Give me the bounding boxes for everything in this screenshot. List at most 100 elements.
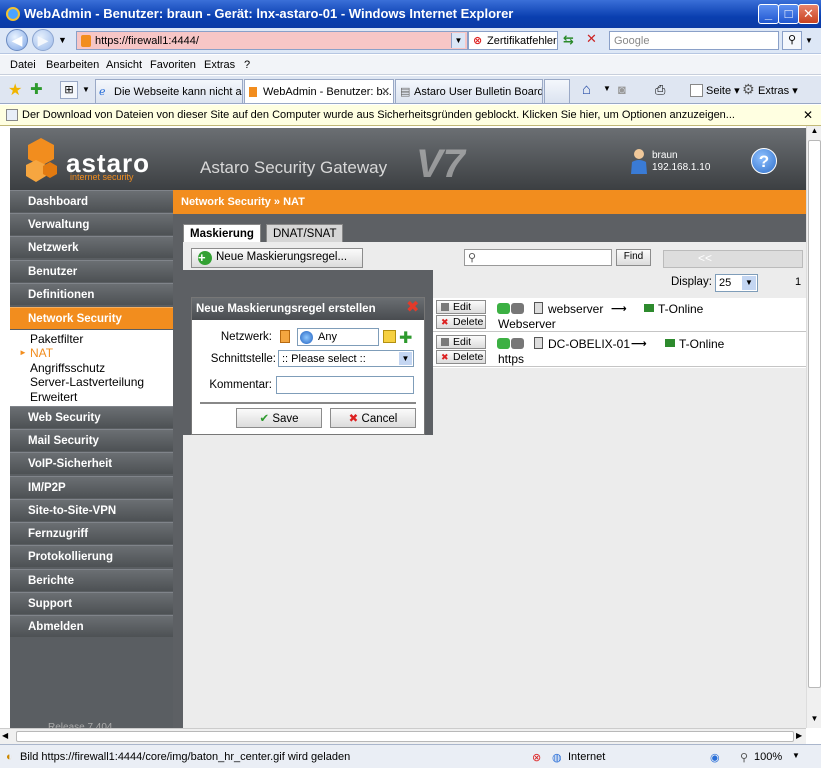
chevron-down-icon: ▼ (742, 276, 756, 290)
home-dropdown-icon[interactable]: ▼ (603, 84, 611, 93)
tab-maskierung[interactable]: Maskierung (183, 224, 261, 243)
vertical-scroll-thumb[interactable] (808, 140, 821, 688)
table-row: Edit ✖ Delete DC-OBELIX-01 ⟶ T-Online htt… (433, 333, 806, 367)
new-tab-button[interactable] (544, 79, 570, 103)
edit-button[interactable]: Edit (436, 300, 486, 314)
trash-icon[interactable] (280, 330, 290, 343)
network-field[interactable]: Any (297, 328, 379, 346)
edit-button[interactable]: Edit (436, 335, 486, 349)
tab-list-icon[interactable]: ▼ (80, 81, 92, 99)
add-masquerading-rule-button[interactable]: + Neue Maskierungsregel... (191, 248, 363, 268)
rule-enabled-toggle[interactable] (497, 338, 525, 349)
sidebar: Dashboard Verwaltung Netzwerk Benutzer D… (10, 190, 173, 733)
sidebar-item-support[interactable]: Support (10, 592, 173, 614)
horizontal-scrollbar[interactable]: ◀ ▶ (0, 728, 806, 744)
content-tabs: Maskierung DNAT/SNAT (173, 220, 806, 243)
menu-ansicht[interactable]: Ansicht (106, 59, 142, 71)
tab-bulletin[interactable]: ▤ Astaro User Bulletin Board - ... (395, 79, 543, 103)
zoom-level[interactable]: 100% (754, 751, 782, 763)
subnav-nat[interactable]: NAT (30, 346, 53, 360)
subnav-erweitert[interactable]: Erweitert (30, 390, 77, 404)
home-icon[interactable]: ⌂ (582, 81, 591, 98)
doc-page-icon: ▤ (400, 86, 411, 98)
search-input[interactable]: Google (609, 31, 779, 50)
infobar-close-icon[interactable]: ✕ (803, 108, 813, 122)
add-network-icon[interactable]: ✚ (399, 328, 412, 348)
maximize-button[interactable]: □ (778, 4, 799, 24)
cancel-button[interactable]: ✖ Cancel (330, 408, 416, 428)
filter-input[interactable]: ⚲ (464, 249, 612, 266)
interface-select[interactable]: :: Please select :: ▼ (278, 350, 414, 367)
sidebar-item-abmelden[interactable]: Abmelden (10, 615, 173, 637)
scroll-up-icon[interactable]: ▲ (808, 126, 821, 139)
subnav-paketfilter[interactable]: Paketfilter (30, 332, 83, 346)
stop-icon[interactable]: ✕ (586, 31, 604, 49)
back-button[interactable]: ◀ (6, 29, 28, 51)
delete-button[interactable]: ✖ Delete (436, 315, 486, 329)
sidebar-item-berichte[interactable]: Berichte (10, 569, 173, 591)
history-dropdown-icon[interactable]: ▼ (58, 35, 67, 45)
page-menu[interactable]: Seite ▾ (706, 84, 740, 97)
security-infobar[interactable]: Der Download von Dateien von dieser Site… (0, 105, 821, 126)
sidebar-item-network-security[interactable]: Network Security (10, 307, 173, 329)
menu-bearbeiten[interactable]: Bearbeiten (46, 59, 99, 71)
add-favorite-icon[interactable]: ✚ (30, 80, 43, 98)
print-icon[interactable]: ⎙ (655, 82, 665, 98)
address-input[interactable]: https://firewall1:4444/ ▼ (76, 31, 468, 50)
zoom-dropdown-icon[interactable]: ▼ (792, 751, 800, 760)
help-button[interactable]: ? (751, 148, 777, 174)
comment-input[interactable] (276, 376, 414, 394)
sidebar-item-dashboard[interactable]: Dashboard (10, 190, 173, 212)
rule-enabled-toggle[interactable] (497, 303, 525, 314)
delete-button[interactable]: ✖ Delete (436, 350, 486, 364)
subnav-server-lastverteilung[interactable]: Server-Lastverteilung (30, 375, 144, 389)
search-icon[interactable]: ⚲ (782, 31, 802, 50)
search-options-icon[interactable]: ▼ (805, 36, 813, 45)
tab-webseite[interactable]: ℯ Die Webseite kann nicht ang... (95, 79, 243, 103)
address-dropdown-icon[interactable]: ▼ (451, 33, 465, 48)
subnav-angriffsschutz[interactable]: Angriffsschutz (30, 361, 105, 375)
sidebar-item-definitionen[interactable]: Definitionen (10, 283, 173, 305)
certificate-error-button[interactable]: ⊗ Zertifikatfehler (468, 31, 558, 50)
menu-datei[interactable]: Datei (10, 59, 36, 71)
find-button[interactable]: Find (616, 249, 651, 266)
sidebar-item-fernzugriff[interactable]: Fernzugriff (10, 522, 173, 544)
scroll-right-icon[interactable]: ▶ (796, 731, 802, 740)
close-window-button[interactable]: ✕ (798, 4, 819, 24)
tab-dnat-snat[interactable]: DNAT/SNAT (266, 224, 344, 243)
sidebar-item-netzwerk[interactable]: Netzwerk (10, 236, 173, 258)
horizontal-scroll-thumb[interactable] (16, 731, 794, 742)
app-header: astaro internet security Astaro Security… (10, 128, 806, 190)
brand-subtitle: internet security (70, 172, 134, 182)
sidebar-item-protokollierung[interactable]: Protokollierung (10, 545, 173, 567)
close-form-icon[interactable]: ✖ (406, 300, 421, 316)
scroll-left-icon[interactable]: ◀ (2, 731, 8, 740)
pager-prev-button[interactable]: << (663, 250, 803, 268)
minimize-button[interactable]: _ (758, 4, 779, 24)
sidebar-item-web-security[interactable]: Web Security (10, 406, 173, 428)
sidebar-item-verwaltung[interactable]: Verwaltung (10, 213, 173, 235)
sidebar-item-voip[interactable]: VoIP-Sicherheit (10, 452, 173, 474)
quick-tabs-icon[interactable]: ⊞ (60, 81, 78, 99)
server-icon (534, 302, 543, 314)
menu-extras[interactable]: Extras (204, 59, 235, 71)
save-button[interactable]: ✔ Save (236, 408, 322, 428)
favorites-star-icon[interactable]: ★ (8, 80, 22, 100)
feeds-icon[interactable]: ◙ (618, 82, 626, 97)
rule-comment: Webserver (498, 317, 556, 331)
sidebar-item-mail-security[interactable]: Mail Security (10, 429, 173, 451)
sidebar-item-benutzer[interactable]: Benutzer (10, 260, 173, 282)
vertical-scrollbar[interactable]: ▲ ▼ (806, 126, 821, 728)
folder-icon[interactable] (383, 330, 396, 343)
tools-menu[interactable]: Extras ▾ (758, 84, 798, 97)
forward-button[interactable]: ▶ (32, 29, 54, 51)
display-count-select[interactable]: 25 ▼ (715, 274, 758, 292)
close-tab-icon[interactable]: ✕ (381, 85, 390, 98)
refresh-icon[interactable]: ⇆ (563, 32, 581, 50)
scroll-down-icon[interactable]: ▼ (808, 714, 821, 727)
tab-webadmin[interactable]: WebAdmin - Benutzer: b... ✕ (244, 79, 394, 103)
sidebar-item-site-to-site-vpn[interactable]: Site-to-Site-VPN (10, 499, 173, 521)
menu-help[interactable]: ? (244, 59, 250, 71)
menu-favoriten[interactable]: Favoriten (150, 59, 196, 71)
sidebar-item-im-p2p[interactable]: IM/P2P (10, 476, 173, 498)
